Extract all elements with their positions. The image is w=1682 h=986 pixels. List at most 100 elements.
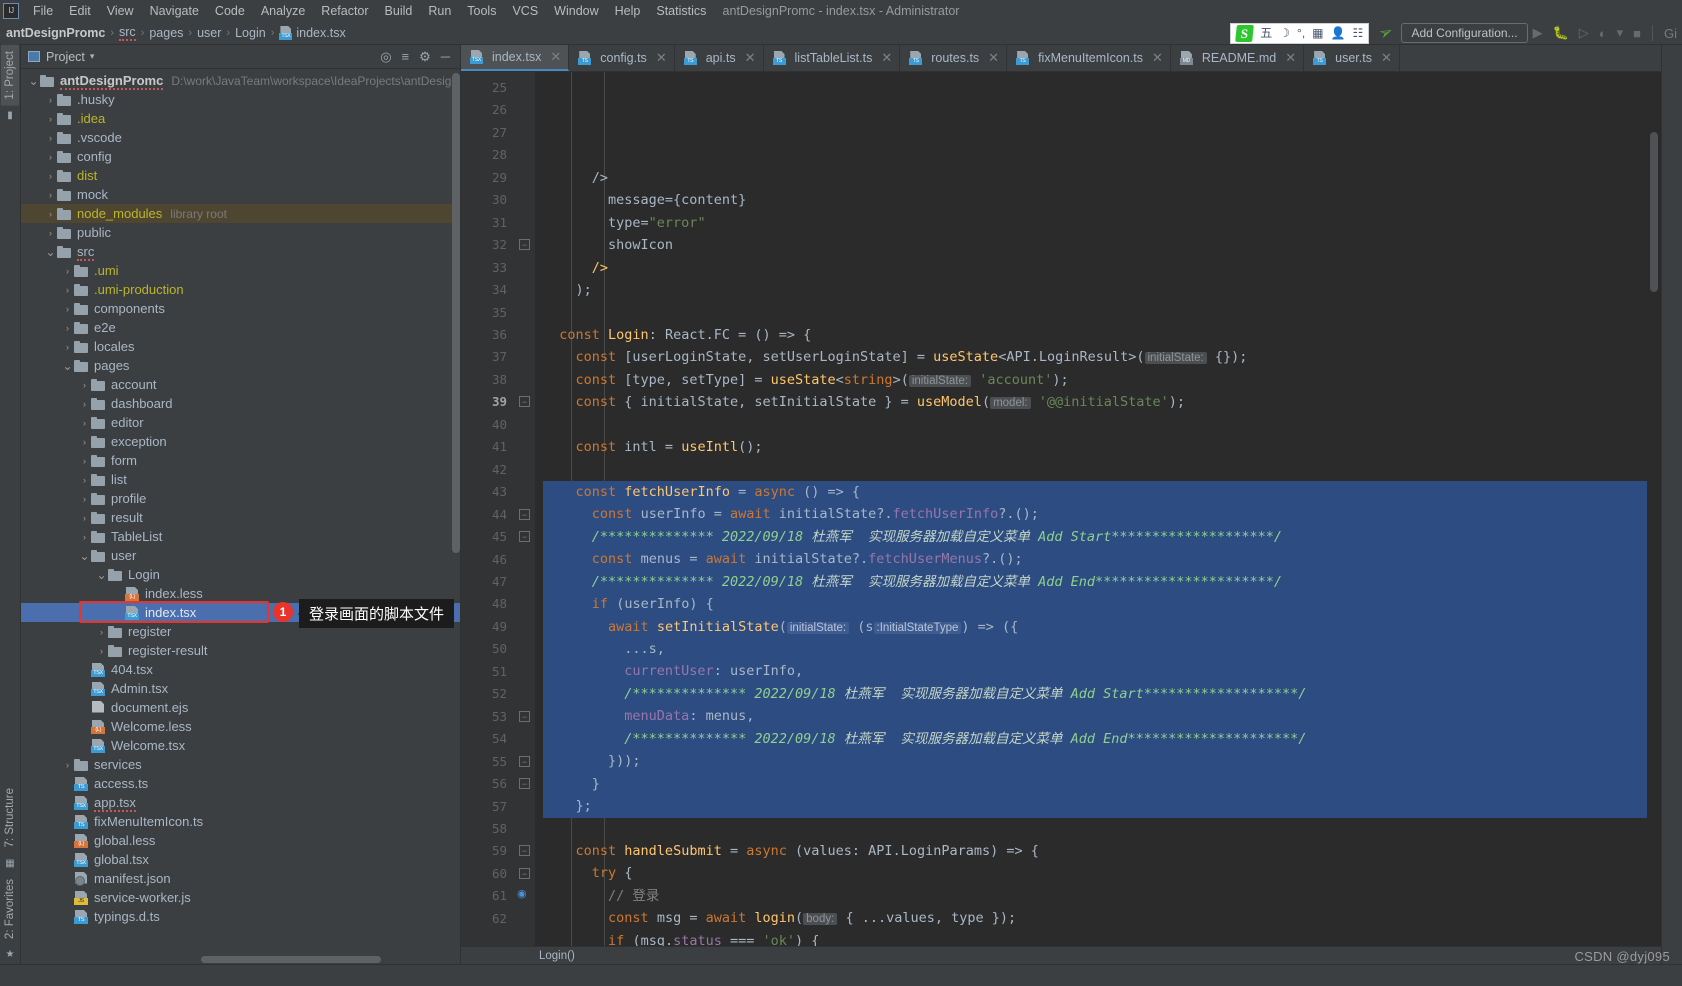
chevron-right-icon[interactable]: ›: [61, 304, 74, 314]
project-panel-horizontal-scrollbar[interactable]: [21, 954, 460, 964]
close-icon[interactable]: ✕: [1285, 50, 1296, 66]
tree-folder-node_modules[interactable]: › node_modules library root: [21, 204, 460, 223]
debug-icon[interactable]: 🐛: [1548, 25, 1574, 41]
menu-file[interactable]: File: [25, 2, 61, 20]
tree-folder-pages[interactable]: ⌄ pages: [21, 356, 460, 375]
tree-file-manifest-json[interactable]: manifest.json: [21, 869, 460, 888]
tree-file-access-ts[interactable]: TS access.ts: [21, 774, 460, 793]
tree-folder-public[interactable]: › public: [21, 223, 460, 242]
tree-file-app-tsx[interactable]: TSX app.tsx: [21, 793, 460, 812]
tree-folder-services[interactable]: › services: [21, 755, 460, 774]
user-icon[interactable]: 👤: [1331, 27, 1346, 39]
tree-file-global-tsx[interactable]: TSX global.tsx: [21, 850, 460, 869]
folder-icon[interactable]: ▮: [7, 110, 13, 121]
code-line-30[interactable]: );: [543, 279, 1647, 301]
code-line-37[interactable]: const intl = useIntl();: [543, 436, 1647, 458]
tree-folder-src[interactable]: ⌄ src: [21, 242, 460, 261]
code-line-31[interactable]: [543, 301, 1647, 323]
code-line-40[interactable]: const userInfo = await initialState?.fet…: [535, 503, 1647, 527]
editor-tab-routes-ts[interactable]: TS routes.ts ✕: [900, 45, 1008, 71]
code-line-41[interactable]: /************** 2022/09/18 杜燕军 实现服务器加载自定…: [535, 525, 1647, 549]
tree-file-404-tsx[interactable]: TSX 404.tsx: [21, 660, 460, 679]
code-line-25[interactable]: />: [543, 167, 1647, 189]
sogou-logo-icon[interactable]: S: [1235, 24, 1255, 42]
fold-toggle-icon[interactable]: −: [519, 239, 530, 251]
chevron-right-icon[interactable]: ›: [78, 456, 91, 466]
tree-folder-e2e[interactable]: › e2e: [21, 318, 460, 337]
tree-folder-form[interactable]: › form: [21, 451, 460, 470]
code-line-28[interactable]: showIcon: [543, 234, 1647, 256]
tree-folder-.vscode[interactable]: › .vscode: [21, 128, 460, 147]
menu-analyze[interactable]: Analyze: [253, 2, 313, 20]
chevron-down-icon[interactable]: ▾: [90, 51, 95, 62]
fold-toggle-icon[interactable]: −: [519, 755, 530, 767]
tree-folder-config[interactable]: › config: [21, 147, 460, 166]
sidebar-item-favorites[interactable]: 2: Favorites: [1, 873, 19, 945]
editor-tab-api-ts[interactable]: TS api.ts ✕: [675, 45, 764, 71]
run-coverage-icon[interactable]: ▷: [1574, 25, 1594, 41]
chevron-right-icon[interactable]: ›: [61, 760, 74, 770]
chevron-down-icon[interactable]: ⌄: [27, 75, 40, 87]
breadcrumb-item-pages[interactable]: pages: [149, 26, 183, 40]
tree-file-fixMenuItemIcon-ts[interactable]: TS fixMenuItemIcon.ts: [21, 812, 460, 831]
menu-help[interactable]: Help: [607, 2, 649, 20]
editor-tab-listTableList-ts[interactable]: TS listTableList.ts ✕: [764, 45, 901, 71]
tree-folder-result[interactable]: › result: [21, 508, 460, 527]
chevron-right-icon[interactable]: ›: [44, 95, 57, 105]
tree-file-document-ejs[interactable]: document.ejs: [21, 698, 460, 717]
git-label[interactable]: Gi: [1659, 26, 1682, 41]
code-folding-gutter[interactable]: ◉ − − − − − − − − −: [515, 72, 535, 946]
collapse-all-icon[interactable]: ≡: [402, 50, 410, 63]
keyboard-icon[interactable]: ▦: [1312, 27, 1323, 39]
code-line-57[interactable]: // 登录: [543, 885, 1647, 907]
locate-icon[interactable]: ◎: [380, 50, 391, 63]
breadcrumb-item-src[interactable]: src: [119, 25, 136, 41]
sogou-ime-toolbar[interactable]: S 五 ☽ °, ▦ 👤 ☷: [1230, 22, 1370, 44]
fold-toggle-icon[interactable]: −: [519, 845, 530, 857]
chevron-right-icon[interactable]: ›: [44, 228, 57, 238]
tree-file-Admin-tsx[interactable]: TSX Admin.tsx: [21, 679, 460, 698]
tree-folder-list[interactable]: › list: [21, 470, 460, 489]
tree-file-service-worker-js[interactable]: JS service-worker.js: [21, 888, 460, 907]
chevron-right-icon[interactable]: ›: [61, 266, 74, 276]
code-line-29[interactable]: />: [543, 257, 1647, 279]
breadcrumb-item-login[interactable]: Login: [235, 26, 266, 40]
tree-folder-user[interactable]: ⌄ user: [21, 546, 460, 565]
tree-folder-TableList[interactable]: › TableList: [21, 527, 460, 546]
code-editor[interactable]: 25 26 27 28 29 30 31 32 33 34 35 36 37 38 39 40 41 42 43 44…: [461, 72, 1661, 946]
close-icon[interactable]: ✕: [1152, 50, 1163, 66]
code-line-46[interactable]: ...s,: [535, 638, 1647, 661]
chevron-right-icon[interactable]: ›: [44, 171, 57, 181]
close-icon[interactable]: ✕: [881, 50, 892, 66]
run-icon[interactable]: ▶: [1528, 25, 1548, 41]
chevron-right-icon[interactable]: ›: [44, 209, 57, 219]
menu-code[interactable]: Code: [207, 2, 253, 20]
editor-tab-config-ts[interactable]: TS config.ts ✕: [569, 45, 675, 71]
code-line-45[interactable]: await setInitialState(initialState: (s:I…: [535, 615, 1647, 639]
code-line-44[interactable]: if (userInfo) {: [535, 593, 1647, 617]
tree-folder-dist[interactable]: › dist: [21, 166, 460, 185]
close-icon[interactable]: ✕: [550, 49, 561, 65]
sidebar-item-structure[interactable]: 7: Structure: [1, 782, 19, 853]
chevron-right-icon[interactable]: ›: [44, 133, 57, 143]
menu-refactor[interactable]: Refactor: [313, 2, 376, 20]
menu-window[interactable]: Window: [546, 2, 606, 20]
breadcrumb-root[interactable]: antDesignPromc: [6, 26, 105, 40]
chevron-right-icon[interactable]: ›: [61, 342, 74, 352]
code-line-50[interactable]: /************** 2022/09/18 杜燕军 实现服务器加载自定…: [535, 727, 1647, 751]
stop-icon[interactable]: ■: [1628, 26, 1646, 41]
project-file-tree[interactable]: ⌄ antDesignPromc D:\work\JavaTeam\workspac…: [21, 69, 460, 964]
code-line-35[interactable]: const { initialState, setInitialState } …: [543, 391, 1647, 413]
code-line-43[interactable]: /************** 2022/09/18 杜燕军 实现服务器加载自定…: [535, 570, 1647, 594]
tree-folder-register-result[interactable]: › register-result: [21, 641, 460, 660]
breadcrumb-file[interactable]: index.tsx: [296, 26, 345, 40]
code-line-39[interactable]: const fetchUserInfo = async () => {: [535, 480, 1647, 504]
chevron-right-icon[interactable]: ›: [78, 513, 91, 523]
menu-run[interactable]: Run: [420, 2, 459, 20]
close-icon[interactable]: ✕: [656, 50, 667, 66]
code-line-34[interactable]: const [type, setType] = useState<string>…: [543, 369, 1647, 391]
toolbox-icon[interactable]: ☷: [1352, 27, 1363, 39]
fold-toggle-icon[interactable]: −: [519, 777, 530, 789]
code-line-42[interactable]: const menus = await initialState?.fetchU…: [535, 548, 1647, 572]
chevron-down-icon[interactable]: ⌄: [44, 246, 57, 258]
